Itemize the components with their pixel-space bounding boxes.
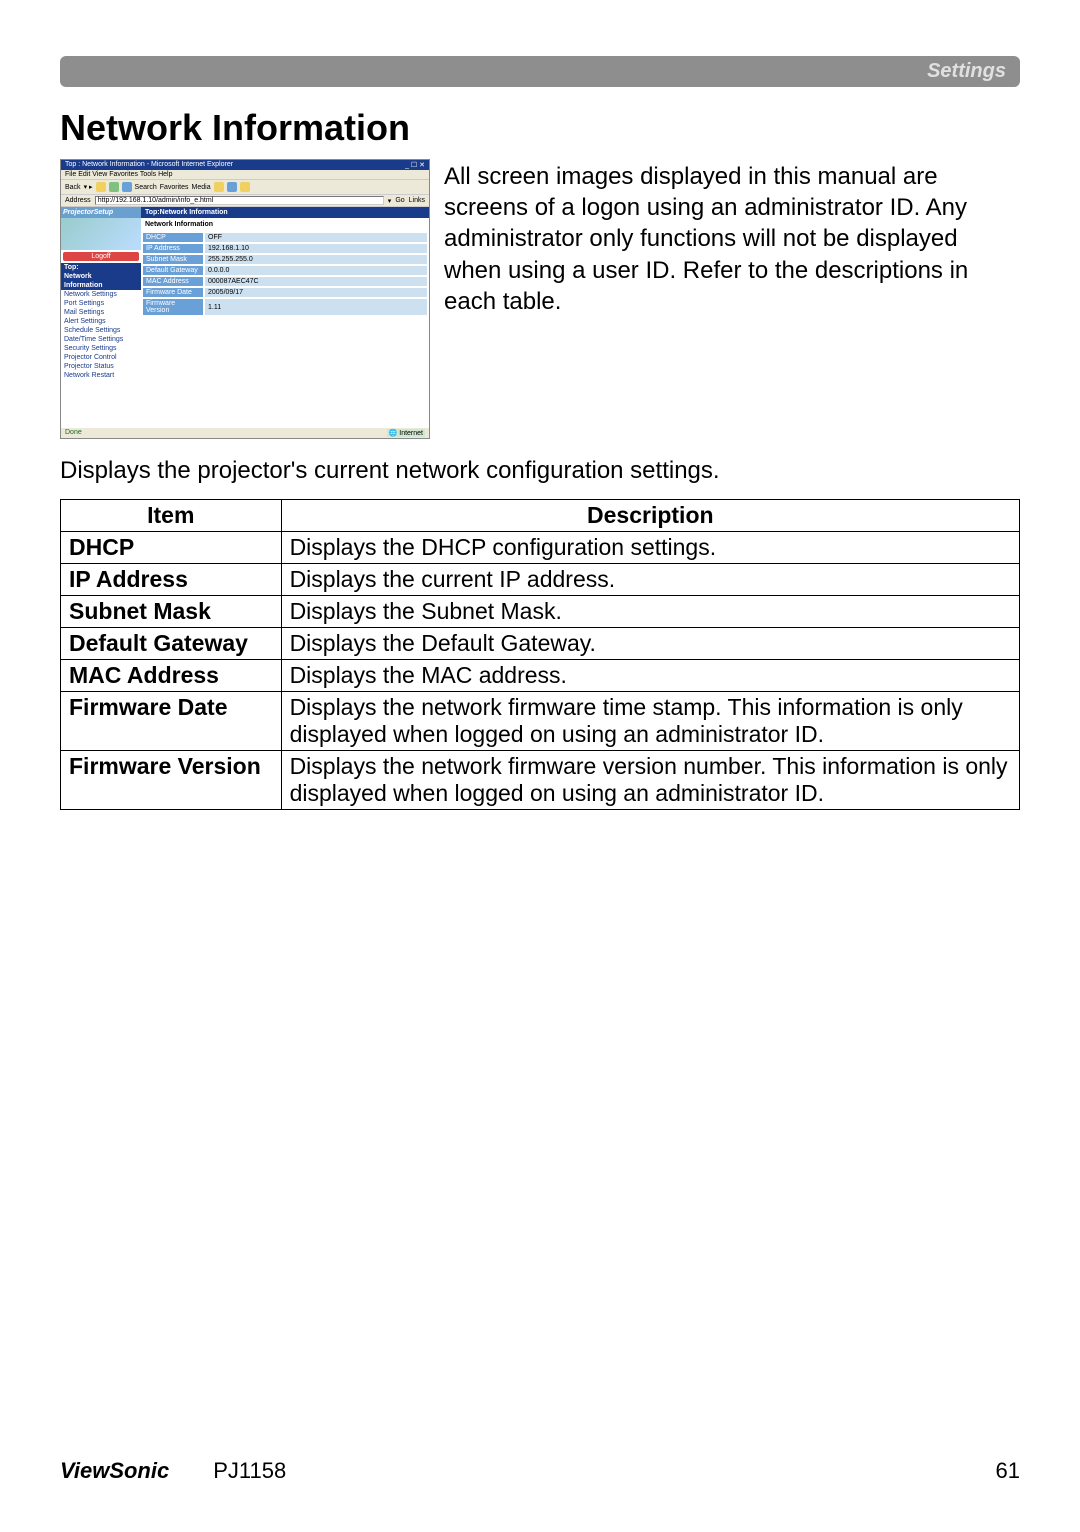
mail-icon <box>227 182 237 192</box>
status-done: Done <box>65 429 82 437</box>
table-row: Firmware Date2005/09/17 <box>143 288 427 297</box>
logoff-button: Logoff <box>63 252 139 261</box>
section-header: Settings <box>60 56 1020 87</box>
nav-item: Date/Time Settings <box>61 335 141 344</box>
main-header: Top:Network Information <box>141 207 429 218</box>
status-zone: 🌐 Internet <box>387 429 425 437</box>
nav-top: Top: <box>61 263 141 272</box>
table-row: Default GatewayDisplays the Default Gate… <box>61 628 1020 660</box>
sub-header: Network Information <box>141 218 429 231</box>
window-controls: _ ☐ ✕ <box>405 161 425 169</box>
window-titlebar: Top : Network Information - Microsoft In… <box>61 160 429 170</box>
nav-network: Network <box>61 272 141 281</box>
address-label: Address <box>65 197 91 204</box>
table-row: Subnet MaskDisplays the Subnet Mask. <box>61 596 1020 628</box>
nav-item: Port Settings <box>61 299 141 308</box>
address-bar: Address http://192.168.1.10/admin/info_e… <box>61 195 429 207</box>
refresh-icon <box>109 182 119 192</box>
go-button: Go <box>395 197 404 204</box>
footer-brand: ViewSonic <box>60 1458 169 1484</box>
print-icon <box>240 182 250 192</box>
favorites-label: Favorites <box>160 184 189 191</box>
table-row: Firmware VersionDisplays the network fir… <box>61 751 1020 810</box>
description-table: Item Description DHCPDisplays the DHCP c… <box>60 499 1020 810</box>
table-row: MAC Address000087AEC47C <box>143 277 427 286</box>
menu-bar: File Edit View Favorites Tools Help <box>61 170 429 180</box>
th-desc: Description <box>281 500 1019 532</box>
intro-paragraph: All screen images displayed in this manu… <box>444 159 1020 439</box>
nav-item: Mail Settings <box>61 308 141 317</box>
page-title: Network Information <box>60 107 1020 149</box>
address-field: http://192.168.1.10/admin/info_e.html <box>95 196 384 205</box>
nav-item: Network Settings <box>61 290 141 299</box>
info-table: DHCPOFF IP Address192.168.1.10 Subnet Ma… <box>141 231 429 317</box>
page-footer: ViewSonic PJ1158 61 <box>60 1458 1020 1484</box>
nav-item: Schedule Settings <box>61 326 141 335</box>
table-row: Subnet Mask255.255.255.0 <box>143 255 427 264</box>
home-icon <box>122 182 132 192</box>
table-row: DHCPOFF <box>143 233 427 242</box>
stop-icon <box>96 182 106 192</box>
nav-information: Information <box>61 281 141 290</box>
nav-item: Projector Status <box>61 362 141 371</box>
media-label: Media <box>192 184 211 191</box>
nav-item: Network Restart <box>61 371 141 380</box>
table-row: IP AddressDisplays the current IP addres… <box>61 564 1020 596</box>
table-row: Firmware DateDisplays the network firmwa… <box>61 692 1020 751</box>
browser-screenshot: Top : Network Information - Microsoft In… <box>60 159 430 439</box>
footer-model: PJ1158 <box>213 1458 286 1484</box>
table-row: IP Address192.168.1.10 <box>143 244 427 253</box>
nav-item: Alert Settings <box>61 317 141 326</box>
table-row: DHCPDisplays the DHCP configuration sett… <box>61 532 1020 564</box>
table-row: Firmware Version1.11 <box>143 299 427 315</box>
sidebar: ProjectorSetup Logoff Top: Network Infor… <box>61 207 141 380</box>
toolbar: Back ▾ ▸ Search Favorites Media <box>61 180 429 195</box>
status-bar: Done 🌐 Internet <box>61 428 429 438</box>
table-row: MAC AddressDisplays the MAC address. <box>61 660 1020 692</box>
search-label: Search <box>135 184 157 191</box>
window-title: Top : Network Information - Microsoft In… <box>65 161 233 169</box>
history-icon <box>214 182 224 192</box>
setup-label: ProjectorSetup <box>61 207 141 218</box>
nav-item: Projector Control <box>61 353 141 362</box>
description-line: Displays the projector's current network… <box>60 457 1020 485</box>
back-label: Back <box>65 184 81 191</box>
links-label: Links <box>409 197 425 204</box>
projector-image <box>61 218 141 250</box>
th-item: Item <box>61 500 282 532</box>
main-panel: Top:Network Information Network Informat… <box>141 207 429 380</box>
table-row: Default Gateway0.0.0.0 <box>143 266 427 275</box>
nav-item: Security Settings <box>61 344 141 353</box>
footer-page: 61 <box>996 1458 1020 1484</box>
